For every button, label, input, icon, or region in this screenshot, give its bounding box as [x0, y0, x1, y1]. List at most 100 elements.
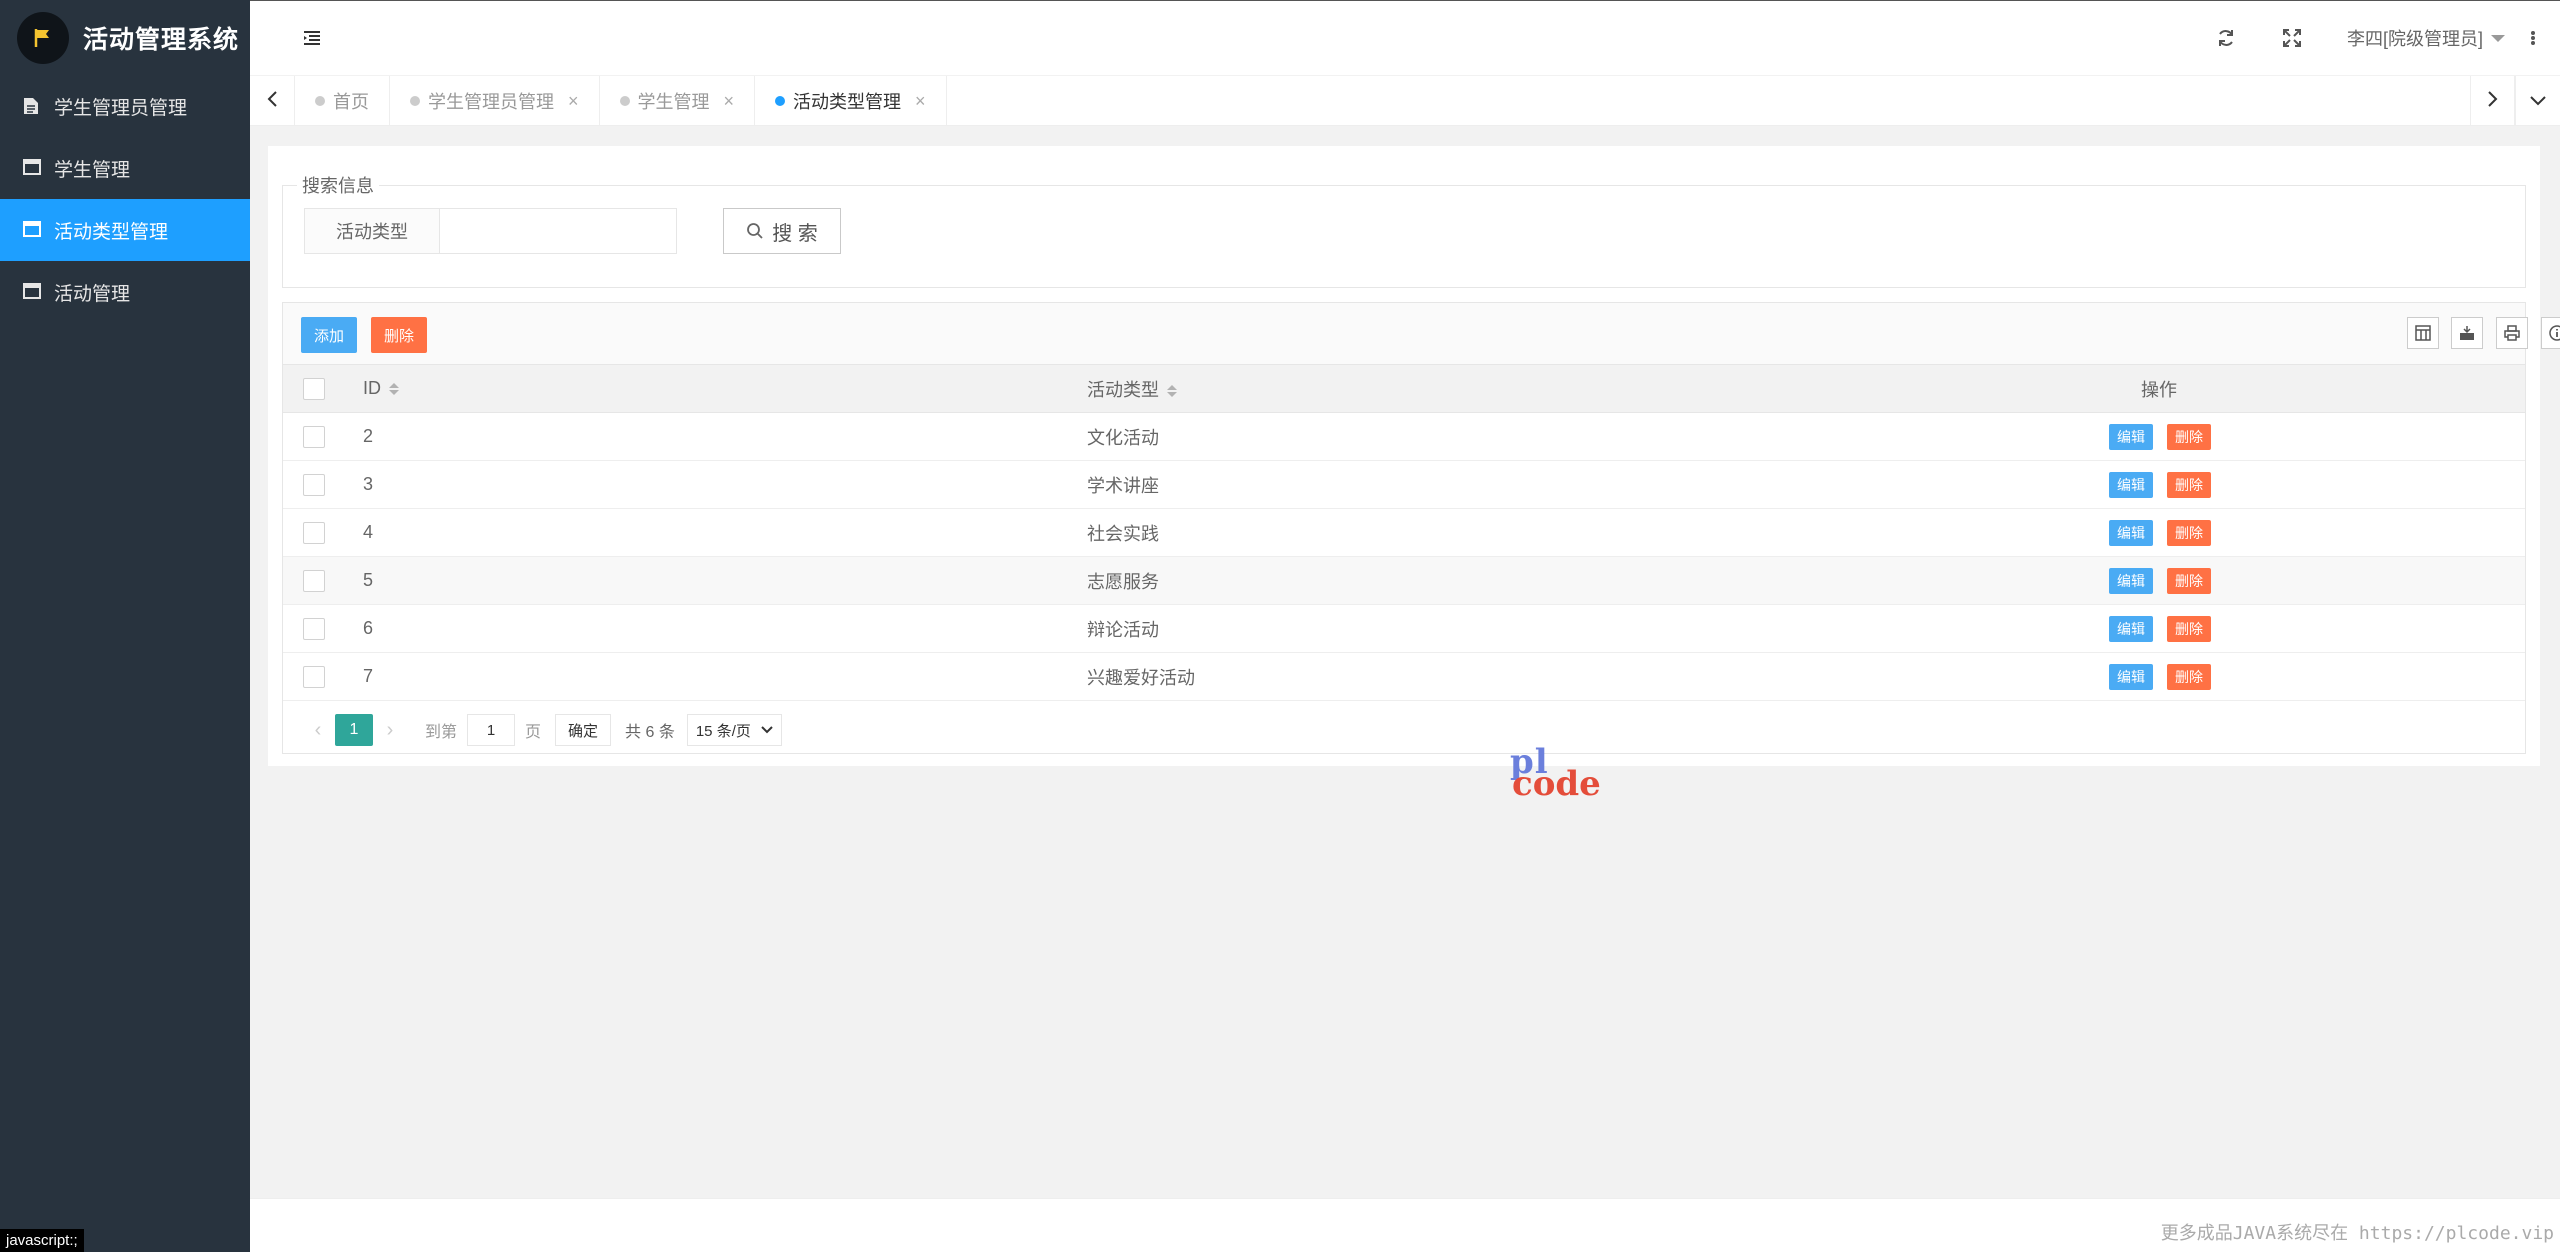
table-toolbar: 添加 删除 [283, 303, 2560, 365]
row-checkbox[interactable] [303, 665, 325, 688]
prev-page-icon[interactable]: ‹ [301, 719, 335, 742]
delete-button[interactable]: 删除 [2167, 663, 2211, 690]
cell-id: 2 [363, 426, 374, 446]
export-icon[interactable] [2451, 317, 2483, 349]
close-icon[interactable]: × [915, 91, 926, 112]
tab-dot [410, 96, 420, 106]
delete-button[interactable]: 删除 [2167, 471, 2211, 498]
sidebar-item-student[interactable]: 学生管理 [0, 137, 250, 199]
edit-button[interactable]: 编辑 [2109, 567, 2153, 594]
column-header-id[interactable]: ID [363, 378, 399, 399]
chevron-down-icon [2491, 34, 2506, 42]
sidebar-item-label: 活动管理 [54, 283, 131, 305]
window-icon [23, 221, 41, 239]
user-menu[interactable]: 李四[院级管理员] [2347, 25, 2506, 51]
add-button[interactable]: 添加 [301, 317, 357, 353]
cell-activity-type: 志愿服务 [1087, 571, 1159, 592]
jump-confirm-button[interactable]: 确定 [555, 714, 612, 746]
table-row: 5 志愿服务 编辑 删除 [283, 557, 2525, 605]
more-vertical-icon[interactable] [2530, 28, 2538, 48]
current-page[interactable]: 1 [335, 714, 373, 746]
edit-button[interactable]: 编辑 [2109, 423, 2153, 450]
sidebar-menu: 学生管理员管理 学生管理 活动类型管理 活动管理 [0, 75, 250, 323]
row-checkbox[interactable] [303, 521, 325, 544]
tab-label: 首页 [333, 92, 369, 112]
tab-scroll-left[interactable] [250, 76, 295, 126]
column-header-type[interactable]: 活动类型 [1087, 376, 1177, 402]
row-checkbox[interactable] [303, 569, 325, 592]
cell-id: 4 [363, 522, 374, 542]
batch-delete-button[interactable]: 删除 [371, 317, 427, 353]
cell-activity-type: 文化活动 [1087, 427, 1159, 448]
tabs: 首页 学生管理员管理 × 学生管理 × 活动类型管理 × [295, 76, 947, 126]
select-all-checkbox[interactable] [303, 377, 325, 400]
sidebar: 活动管理系统 学生管理员管理 学生管理 活动类型管理 活动管理 javascri… [0, 0, 250, 1252]
pagination: ‹ 1 › 到第 页 确定 共 6 条 15 条/页 [283, 707, 2525, 753]
delete-button[interactable]: 删除 [2167, 615, 2211, 642]
edit-button[interactable]: 编辑 [2109, 615, 2153, 642]
sidebar-item-activity-type[interactable]: 活动类型管理 [0, 199, 250, 261]
tab-bar: 首页 学生管理员管理 × 学生管理 × 活动类型管理 × [250, 76, 2560, 126]
app-title: 活动管理系统 [83, 25, 240, 54]
row-actions: 编辑 删除 [2109, 423, 2211, 450]
tab-label: 学生管理 [637, 92, 710, 112]
sidebar-item-activity[interactable]: 活动管理 [0, 261, 250, 323]
table-row: 7 兴趣爱好活动 编辑 删除 [283, 653, 2525, 701]
column-header-actions: 操作 [2141, 379, 2177, 400]
delete-button[interactable]: 删除 [2167, 567, 2211, 594]
delete-button[interactable]: 删除 [2167, 519, 2211, 546]
tab-dot [619, 96, 630, 106]
search-field-label: 活动类型 [304, 208, 440, 254]
tab-student-admin[interactable]: 学生管理员管理 × [390, 76, 600, 126]
chevron-right-icon [2487, 90, 2499, 113]
window-icon [23, 159, 41, 177]
tab-menu-dropdown[interactable] [2515, 76, 2560, 126]
total-count: 共 6 条 [625, 724, 675, 741]
tab-student[interactable]: 学生管理 × [600, 76, 756, 126]
fullscreen-icon[interactable] [2282, 28, 2302, 48]
page-size-value: 15 条/页 [695, 722, 751, 740]
row-checkbox[interactable] [303, 617, 325, 640]
edit-button[interactable]: 编辑 [2109, 471, 2153, 498]
sidebar-item-student-admin[interactable]: 学生管理员管理 [0, 75, 250, 137]
logo: 活动管理系统 [0, 0, 250, 75]
jump-suffix: 页 [525, 724, 542, 741]
footer: 更多成品JAVA系统尽在 https://plcode.vip [250, 1198, 2560, 1252]
data-table: 添加 删除 ID 活动类型 操作 2 文化活动 编辑 删除 3 学术讲座 编辑 … [282, 302, 2560, 754]
cell-activity-type: 辩论活动 [1087, 619, 1159, 640]
info-icon[interactable] [2541, 317, 2560, 349]
columns-filter-icon[interactable] [2407, 317, 2439, 349]
delete-button[interactable]: 删除 [2167, 423, 2211, 450]
page-size-select[interactable]: 15 条/页 [686, 714, 782, 746]
footer-text: 更多成品JAVA系统尽在 https://plcode.vip [2160, 1223, 2554, 1244]
search-button[interactable]: 搜 索 [723, 208, 841, 254]
tab-home[interactable]: 首页 [295, 76, 390, 126]
tab-activity-type[interactable]: 活动类型管理 × [755, 76, 947, 126]
row-checkbox[interactable] [303, 425, 325, 448]
sort-icon[interactable] [1167, 384, 1177, 397]
row-checkbox[interactable] [303, 473, 325, 496]
row-actions: 编辑 删除 [2109, 471, 2211, 498]
tab-label: 活动类型管理 [793, 92, 902, 112]
menu-collapse-icon[interactable] [302, 28, 322, 48]
cell-activity-type: 兴趣爱好活动 [1087, 667, 1195, 688]
tab-scroll-right[interactable] [2470, 76, 2515, 126]
refresh-icon[interactable] [2216, 28, 2236, 48]
table-row: 3 学术讲座 编辑 删除 [283, 461, 2525, 509]
next-page-icon[interactable]: › [373, 719, 407, 742]
close-icon[interactable]: × [724, 91, 735, 112]
edit-button[interactable]: 编辑 [2109, 519, 2153, 546]
edit-button[interactable]: 编辑 [2109, 663, 2153, 690]
chevron-down-icon [2529, 91, 2547, 112]
cell-id: 6 [363, 618, 374, 638]
page-jump-input[interactable] [467, 714, 516, 746]
close-icon[interactable]: × [568, 91, 579, 112]
main-content: 搜索信息 活动类型 搜 索 添加 删除 ID 活动类型 操作 2 文化活动 编辑… [268, 146, 2560, 804]
chevron-down-icon [761, 726, 773, 734]
sort-icon[interactable] [389, 383, 399, 396]
print-icon[interactable] [2496, 317, 2528, 349]
table-row: 4 社会实践 编辑 删除 [283, 509, 2525, 557]
chevron-left-icon [266, 90, 278, 113]
activity-type-search-input[interactable] [440, 208, 677, 254]
user-name: 李四[院级管理员] [2347, 29, 2484, 49]
